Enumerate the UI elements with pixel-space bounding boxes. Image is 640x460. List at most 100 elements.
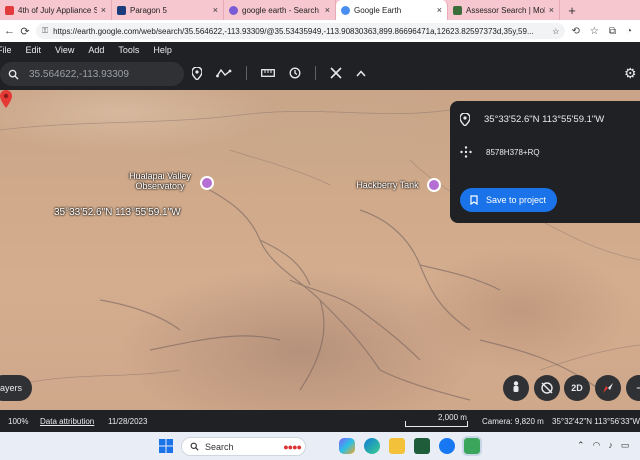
pin-coordinates-label: 35°33'52.6"N 113°55'59.1"W (54, 207, 181, 218)
toolbar-icons (192, 66, 366, 80)
url-input[interactable]: ⚿ https://earth.google.com/web/search/35… (36, 23, 566, 39)
settings-gear-icon[interactable]: ⚙ (624, 65, 637, 82)
taskbar-search-label: Search (205, 441, 234, 452)
favorites-icon[interactable]: ☆ (590, 26, 599, 37)
tools-icon[interactable] (330, 67, 342, 79)
new-tab-button[interactable]: + (560, 0, 584, 20)
site-info-icon[interactable]: ⚿ (42, 26, 48, 36)
extension-icon[interactable]: ⟲ (571, 26, 579, 37)
toolbar-divider (246, 66, 247, 80)
save-to-project-label: Save to project (486, 195, 547, 205)
back-icon[interactable]: ← (4, 25, 15, 37)
hackberry-tank-poi-icon[interactable] (427, 178, 441, 192)
observatory-label[interactable]: Hualapai Valley Observatory (120, 171, 200, 192)
cursor-coordinates: 35°32'42"N 113°56'33"W (552, 417, 640, 426)
collections-icon[interactable]: ⧉ (609, 26, 616, 37)
favicon-icon (5, 5, 14, 15)
tab-assessor-search[interactable]: Assessor Search | Mohave × (448, 0, 560, 20)
app-icon[interactable] (414, 438, 430, 454)
menu-help[interactable]: Help (145, 45, 178, 55)
tab-google-earth[interactable]: Google Earth × (336, 0, 448, 20)
star-icon[interactable]: ☆ (552, 27, 559, 36)
earth-toolbar: 35.564622,-113.93309 ⚙ (0, 58, 640, 90)
menu-bar: File Edit View Add Tools Help (0, 42, 640, 58)
chevron-up-icon[interactable]: ⌃ (577, 440, 585, 451)
search-input[interactable]: 35.564622,-113.93309 (0, 62, 184, 86)
compass-button[interactable] (595, 375, 621, 401)
pegman-icon (513, 381, 519, 392)
close-tab-icon[interactable]: × (325, 5, 330, 15)
google-earth-taskbar-icon[interactable] (462, 436, 482, 456)
windows-start-icon[interactable] (158, 438, 174, 454)
no-tilt-icon (541, 382, 553, 394)
street-view-button[interactable] (503, 375, 529, 401)
path-icon[interactable] (216, 68, 232, 78)
close-tab-icon[interactable]: × (549, 5, 554, 15)
profile-icon[interactable]: ◔ (626, 26, 632, 37)
facebook-icon[interactable] (439, 438, 455, 454)
search-icon (190, 442, 199, 451)
copilot-icon[interactable] (339, 438, 355, 454)
bookmark-icon (470, 195, 478, 205)
toolbar-divider (315, 66, 316, 80)
compass-off-button[interactable] (534, 375, 560, 401)
favicon-icon (117, 5, 126, 15)
zoom-level: 100% (8, 417, 29, 426)
minus-icon: − (636, 383, 640, 393)
location-pin-icon (460, 113, 470, 126)
save-to-project-button[interactable]: Save to project (460, 188, 557, 212)
address-bar: ← ⟳ ⚿ https://earth.google.com/web/searc… (0, 20, 640, 42)
2d-toggle-button[interactable]: 2D (564, 375, 590, 401)
browser-tools: ⟲ ☆ ⧉ ◔ (571, 26, 636, 37)
file-explorer-icon[interactable] (389, 438, 405, 454)
refresh-icon[interactable]: ⟳ (20, 25, 30, 38)
location-marker-icon[interactable] (0, 90, 12, 108)
tab-appliance-sale[interactable]: 4th of July Appliance Sale × (0, 0, 112, 20)
plus-code-icon (460, 146, 472, 158)
compass-needle-icon (603, 383, 613, 393)
system-tray: ⌃ ◠ ♪ ▭ (577, 440, 629, 451)
favicon-icon (341, 5, 350, 15)
plus-code-text: 8578H378+RQ (486, 147, 540, 157)
history-icon[interactable] (289, 67, 301, 79)
status-bar: 100% Data attribution 11/28/2023 2,000 m… (0, 410, 640, 432)
edge-browser-icon[interactable] (364, 438, 380, 454)
favicon-icon (229, 5, 238, 15)
scale-bar (405, 421, 468, 427)
url-text: https://earth.google.com/web/search/35.5… (53, 26, 534, 36)
collapse-icon[interactable] (356, 69, 366, 77)
ruler-icon[interactable] (261, 69, 275, 77)
browser-tab-strip: 4th of July Appliance Sale × Paragon 5 ×… (0, 0, 640, 20)
taskbar-search-input[interactable]: Search ●●●● (181, 437, 306, 456)
close-tab-icon[interactable]: × (101, 5, 106, 15)
coords-row: 35°33'52.6"N 113°55'59.1"W (460, 113, 604, 126)
windows-taskbar: Search ●●●● ⌃ ◠ ♪ ▭ (0, 432, 640, 460)
menu-add[interactable]: Add (80, 45, 110, 55)
menu-edit[interactable]: Edit (18, 45, 48, 55)
tab-google-search[interactable]: google earth - Search × (224, 0, 336, 20)
coordinates-text: 35°33'52.6"N 113°55'59.1"W (484, 114, 605, 125)
camera-altitude: Camera: 9,820 m (482, 417, 544, 426)
search-highlight-icon: ●●●● (283, 441, 302, 452)
battery-icon[interactable]: ▭ (621, 440, 630, 451)
hackberry-tank-label[interactable]: Hackberry Tank (350, 180, 425, 191)
location-pin-icon[interactable] (192, 66, 202, 80)
search-icon (8, 69, 19, 80)
search-value: 35.564622,-113.93309 (29, 68, 129, 80)
tab-paragon[interactable]: Paragon 5 × (112, 0, 224, 20)
favicon-icon (453, 5, 462, 15)
layers-label: ayers (0, 383, 22, 393)
volume-icon[interactable]: ♪ (608, 440, 613, 451)
close-tab-icon[interactable]: × (437, 5, 442, 15)
menu-tools[interactable]: Tools (110, 45, 145, 55)
plus-code-row: 8578H378+RQ (460, 146, 540, 158)
wifi-icon[interactable]: ◠ (593, 440, 601, 451)
observatory-poi-icon[interactable] (200, 176, 214, 190)
menu-view[interactable]: View (47, 45, 80, 55)
data-attribution-link[interactable]: Data attribution (40, 417, 94, 426)
menu-file[interactable]: File (0, 45, 18, 55)
layers-button[interactable]: ayers (0, 375, 32, 401)
close-tab-icon[interactable]: × (213, 5, 218, 15)
imagery-date: 11/28/2023 (108, 417, 148, 426)
place-info-panel: 35°33'52.6"N 113°55'59.1"W 8578H378+RQ S… (450, 101, 640, 223)
